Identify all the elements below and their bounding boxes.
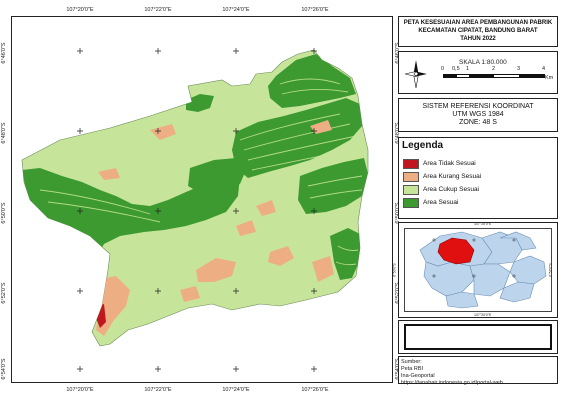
scale-tick-4: 4 (542, 66, 546, 72)
scale-bar (443, 74, 545, 78)
legend-swatch-sesuai (403, 198, 419, 208)
crs-line-2: UTM WGS 1984 (452, 111, 504, 118)
legend-label-cukup-sesuai: Area Cukup Sesuai (423, 186, 480, 193)
legend-label-tidak-sesuai: Area Tidak Sesuai (423, 160, 476, 167)
source-box: Sumber: Peta RBI Ina-Geoportal https://t… (398, 356, 558, 386)
source-line-2: Peta RBI (401, 366, 424, 372)
inset-label-left: 6°50'0"S (392, 263, 397, 277)
grid-label-left-5: 6°54'0"S (1, 358, 7, 380)
title-box: PETA KESESUAIAN AREA PEMBANGUNAN PABRIK … (398, 16, 558, 47)
grid-label-bottom-3: 107°24'0"E (222, 387, 250, 393)
north-arrow-icon (404, 60, 427, 89)
legend-swatch-tidak-sesuai (403, 159, 419, 169)
inset-map (419, 231, 547, 309)
scale-tick-0: 0 (441, 66, 445, 72)
map-title-line-1: PETA KESESUAIAN AREA PEMBANGUNAN PABRIK (403, 20, 553, 26)
grid-label-bottom-1: 107°20'0"E (66, 387, 94, 393)
grid-label-bottom-2: 107°22'0"E (144, 387, 172, 393)
scale-unit: Km (545, 75, 554, 81)
crs-box: SISTEM REFERENSI KOORDINAT UTM WGS 1984 … (398, 98, 558, 132)
grid-label-left-3: 6°50'0"S (1, 202, 7, 224)
scale-label: SKALA 1:80.000 (459, 59, 507, 66)
grid-label-top-2: 107°22'0"E (144, 7, 172, 13)
scale-tick-2: 2 (492, 66, 496, 72)
map-title-line-3: TAHUN 2022 (460, 36, 496, 42)
source-line-1: Sumber: (401, 359, 422, 365)
crs-line-1: SISTEM REFERENSI KOORDINAT (422, 103, 534, 110)
source-line-3: Ina-Geoportal (401, 373, 435, 379)
legend-swatch-cukup-sesuai (403, 185, 419, 195)
grid-label-bottom-4: 107°26'0"E (301, 387, 329, 393)
grid-label-top-4: 107°26'0"E (301, 7, 329, 13)
legend-label-sesuai: Area Sesuai (423, 199, 459, 206)
inset-label-bottom: 107°20'0"E (474, 313, 492, 317)
scale-tick-0-5: 0,5 (452, 66, 460, 72)
map-title-line-2: KECAMATAN CIPATAT, BANDUNG BARAT (418, 28, 538, 34)
main-map (21, 48, 369, 372)
grid-label-left-1: 6°46'0"S (1, 42, 7, 64)
source-line-4: https://tanahair.indonesia.go.id/portal-… (401, 380, 503, 386)
map-page: 107°20'0"E 107°22'0"E 107°24'0"E 107°26'… (0, 0, 570, 402)
legend-box: Legenda Area Tidak Sesuai Area Kurang Se… (398, 137, 558, 219)
logo-placeholder (404, 324, 552, 350)
scale-tick-1: 1 (466, 66, 470, 72)
grid-label-top-1: 107°20'0"E (66, 7, 94, 13)
inset-label-top: 107°20'0"E (474, 222, 492, 226)
scale-tick-3: 3 (517, 66, 521, 72)
scale-box: SKALA 1:80.000 0 0,5 1 2 3 4 Km (398, 51, 558, 94)
crs-line-3: ZONE: 48 S (459, 119, 497, 126)
legend-label-kurang-sesuai: Area Kurang Sesuai (423, 173, 482, 180)
grid-label-left-4: 6°52'0"S (1, 282, 7, 304)
legend-title: Legenda (402, 140, 444, 151)
grid-label-top-3: 107°24'0"E (222, 7, 250, 13)
inset-regions (419, 231, 547, 309)
legend-swatch-kurang-sesuai (403, 172, 419, 182)
grid-label-left-2: 6°48'0"S (1, 122, 7, 144)
